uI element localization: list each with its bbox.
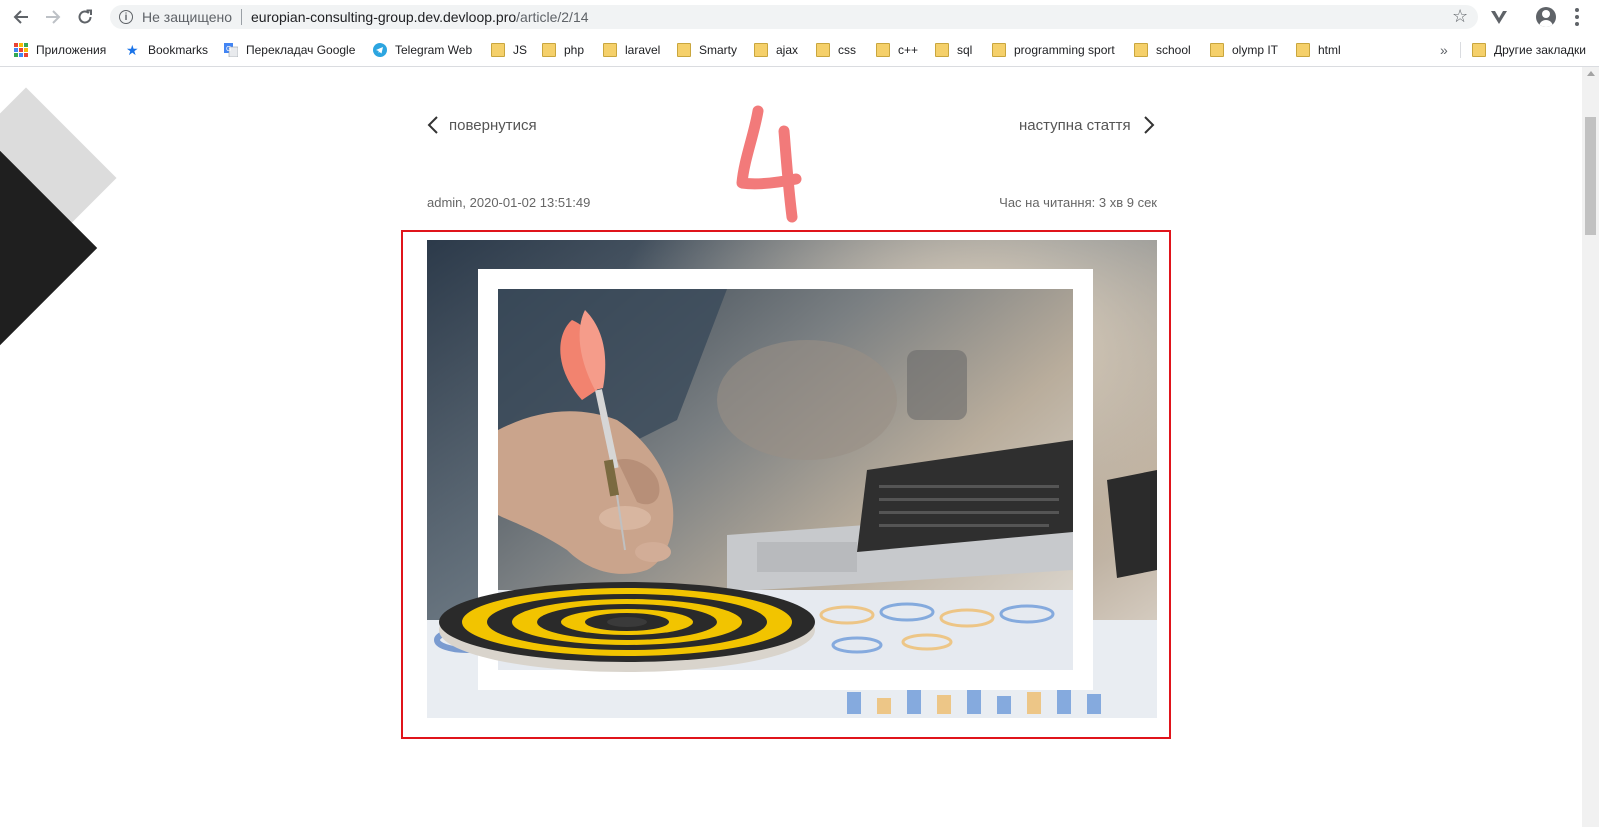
- folder-icon: [1472, 43, 1486, 57]
- bookmark-folder-php[interactable]: php: [542, 42, 584, 58]
- bookmark-label: ajax: [776, 43, 799, 57]
- folder-icon: [1296, 43, 1310, 57]
- bookmark-label: css: [838, 43, 856, 57]
- article-author-date: admin, 2020-01-02 13:51:49: [427, 195, 591, 210]
- bookmark-label: Bookmarks: [148, 43, 209, 57]
- bookmark-folder-school[interactable]: school: [1134, 42, 1191, 58]
- bookmark-label: Перекладач Google: [246, 43, 356, 57]
- url-path: /article/2/14: [516, 9, 589, 25]
- bookmark-label: JS: [513, 43, 528, 57]
- bookmark-folder-css[interactable]: css: [816, 42, 856, 58]
- folder-icon: [876, 43, 890, 57]
- bookmark-label: sql: [957, 43, 973, 57]
- extension-icon[interactable]: [1490, 8, 1508, 26]
- telegram-icon: [373, 43, 387, 57]
- next-article-label: наступна стаття: [1019, 116, 1131, 134]
- bookmark-label: php: [564, 43, 585, 57]
- bookmarks-bar: Приложения ★ Bookmarks G Перекладач Goog…: [0, 34, 1599, 67]
- folder-icon: [1134, 43, 1148, 57]
- bookmark-telegram[interactable]: Telegram Web: [373, 42, 472, 58]
- bookmark-label: Smarty: [699, 43, 738, 57]
- scroll-up-arrow-icon[interactable]: [1587, 71, 1595, 76]
- back-link[interactable]: повернутися: [427, 116, 537, 134]
- omnibox-divider: [241, 9, 242, 25]
- forward-arrow-icon[interactable]: [43, 7, 63, 27]
- bookmark-apps[interactable]: Приложения: [14, 42, 106, 58]
- url-host: europian-consulting-group.dev.devloop.pr…: [251, 9, 517, 25]
- bookmark-bookmarks[interactable]: ★ Bookmarks: [126, 42, 208, 58]
- bookmarks-divider: [1460, 42, 1461, 58]
- chevron-left-icon: [427, 116, 438, 134]
- bookmark-label: olymp IT: [1232, 43, 1279, 57]
- bookmark-folder-ajax[interactable]: ajax: [754, 42, 798, 58]
- folder-icon: [542, 43, 556, 57]
- bookmark-folder-smarty[interactable]: Smarty: [677, 42, 737, 58]
- bookmark-label: Telegram Web: [395, 43, 473, 57]
- folder-icon: [603, 43, 617, 57]
- bookmark-label: laravel: [625, 43, 661, 57]
- folder-icon: [491, 43, 505, 57]
- annotation-number-4: [736, 105, 802, 223]
- bookmark-label: c++: [898, 43, 919, 57]
- folder-icon: [754, 43, 768, 57]
- next-article-link[interactable]: наступна стаття: [1019, 116, 1155, 134]
- kebab-menu-icon[interactable]: [1575, 8, 1579, 26]
- article-reading-time: Час на читання: 3 хв 9 сек: [999, 195, 1157, 210]
- apps-grid-icon: [14, 43, 28, 57]
- bookmarks-overflow-chevron-icon[interactable]: »: [1440, 42, 1448, 58]
- bookmark-folder-olymp-it[interactable]: olymp IT: [1210, 42, 1278, 58]
- back-link-label: повернутися: [449, 116, 537, 134]
- page-scrollbar[interactable]: [1582, 67, 1599, 827]
- scrollbar-thumb[interactable]: [1585, 117, 1596, 235]
- bookmark-label: Другие закладки: [1494, 43, 1586, 57]
- google-translate-icon: G: [224, 43, 239, 58]
- bookmark-folder-laravel[interactable]: laravel: [603, 42, 660, 58]
- folder-icon: [935, 43, 949, 57]
- back-arrow-icon[interactable]: [11, 7, 31, 27]
- insecure-label: Не защищено: [142, 9, 232, 25]
- bookmark-folder-html[interactable]: html: [1296, 42, 1341, 58]
- article-page: повернутися наступна стаття admin, 2020-…: [0, 67, 1582, 827]
- address-bar[interactable]: i Не защищено europian-consulting-group.…: [110, 5, 1478, 29]
- profile-avatar-icon[interactable]: [1536, 7, 1556, 27]
- bookmark-other-bookmarks[interactable]: Другие закладки: [1472, 42, 1586, 58]
- bookmark-folder-programming-sport[interactable]: programming sport: [992, 42, 1115, 58]
- reload-icon[interactable]: [75, 7, 95, 27]
- folder-icon: [677, 43, 691, 57]
- svg-text:G: G: [226, 46, 231, 53]
- bookmark-label: html: [1318, 43, 1341, 57]
- info-icon[interactable]: i: [119, 10, 133, 24]
- folder-icon: [1210, 43, 1224, 57]
- bookmark-folder-sql[interactable]: sql: [935, 42, 972, 58]
- bookmark-label: programming sport: [1014, 43, 1115, 57]
- bookmark-label: Приложения: [36, 43, 107, 57]
- bookmark-folder-cpp[interactable]: c++: [876, 42, 918, 58]
- bookmark-folder-js[interactable]: JS: [491, 42, 527, 58]
- bookmark-star-icon[interactable]: ☆: [1452, 6, 1468, 27]
- bookmark-label: school: [1156, 43, 1191, 57]
- article-hero-image: [427, 240, 1157, 718]
- folder-icon: [816, 43, 830, 57]
- browser-toolbar: i Не защищено europian-consulting-group.…: [0, 0, 1599, 34]
- star-icon: ★: [126, 42, 139, 58]
- chevron-right-icon: [1143, 116, 1155, 134]
- folder-icon: [992, 43, 1006, 57]
- bookmark-google-translate[interactable]: G Перекладач Google: [224, 42, 355, 58]
